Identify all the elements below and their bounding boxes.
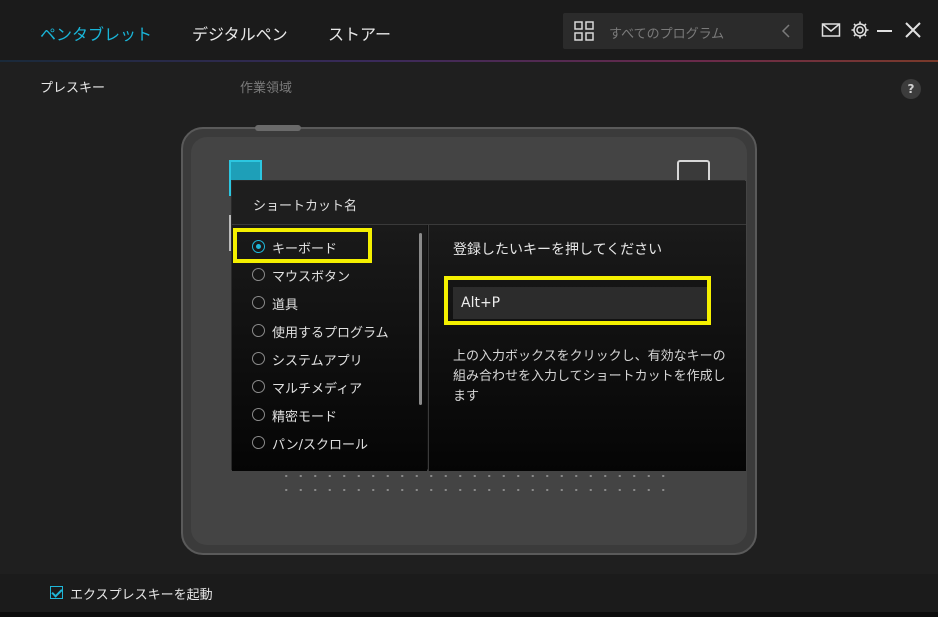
tablet-dot-row [279,475,675,477]
tablet-dot-row [279,489,675,491]
tablet-top-button [255,125,301,131]
tab-digital-pen[interactable]: デジタルペン [192,21,288,45]
radio-icon [252,352,265,365]
footer-bar: エクスプレスキーを起動 [0,574,938,617]
highlight-key-input [444,276,711,325]
option-label: 精密モード [272,410,338,425]
tab-store[interactable]: ストアー [328,21,391,45]
key-entry-pane: 登録したいキーを押してください 上の入力ボックスをクリックし、有効なキーの組み合… [428,225,746,471]
option-label: マルチメディア [272,382,363,397]
help-icon[interactable]: ? [901,79,921,99]
subtab-work-area[interactable]: 作業領域 [240,77,292,96]
radio-icon [252,296,265,309]
bottom-strip [0,612,938,617]
mail-icon[interactable] [821,20,841,40]
close-icon[interactable] [903,20,923,40]
top-bar: ペンタブレット デジタルペン ストアー すべてのプログラム [0,0,938,62]
program-select[interactable]: すべてのプログラム [563,13,803,49]
subtab-press-keys[interactable]: プレスキー [40,77,105,96]
radio-icon [252,436,265,449]
minimize-icon[interactable] [875,20,895,40]
grid-icon [574,21,594,41]
option-label: マウスボタン [272,270,351,285]
key-hint: 上の入力ボックスをクリックし、有効なキーの組み合わせを入力してショートカットを作… [453,349,726,404]
key-prompt: 登録したいキーを押してください [453,242,663,258]
option-label: 使用するプログラム [272,326,389,341]
radio-icon [252,380,265,393]
radio-icon [252,324,265,337]
radio-icon [252,408,265,421]
gear-icon[interactable] [850,20,870,40]
shortcut-popup: ショートカット名 キーボード マウスボタン 道具 使用するプログラム システムア… [231,180,746,471]
highlight-keyboard-option [233,228,372,263]
list-scrollbar[interactable] [419,233,422,405]
popup-title: ショートカット名 [253,199,358,214]
program-select-placeholder: すべてのプログラム [609,27,725,42]
express-key-checkbox-label[interactable]: エクスプレスキーを起動 [70,584,213,603]
header-divider [0,60,938,62]
radio-icon [252,268,265,281]
tab-pen-tablet[interactable]: ペンタブレット [40,21,152,45]
option-label: システムアプリ [272,354,363,369]
option-label: パン/スクロール [272,438,369,453]
chevron-left-icon[interactable] [781,23,791,39]
popup-header: ショートカット名 [232,181,746,225]
express-key-checkbox[interactable] [50,586,63,599]
option-label: 道具 [272,298,299,313]
